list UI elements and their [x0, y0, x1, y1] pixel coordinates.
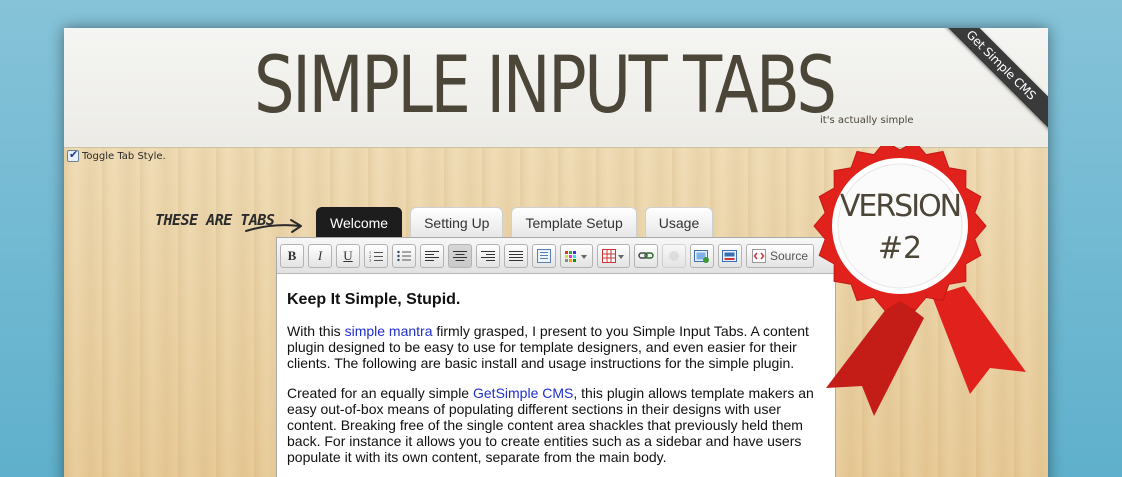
- align-center-icon: [453, 250, 467, 261]
- rich-text-editor: B I U 123 Source Keep It Simple, Stupid.…: [276, 237, 836, 477]
- align-center-button[interactable]: [448, 243, 472, 268]
- toggle-label: Toggle Tab Style.: [82, 150, 166, 162]
- editor-content-area[interactable]: Keep It Simple, Stupid. With this simple…: [277, 274, 835, 465]
- getsimple-cms-link[interactable]: GetSimple CMS: [473, 385, 573, 401]
- align-right-icon: [481, 250, 495, 261]
- p2-text-pre: Created for an equally simple: [287, 385, 473, 401]
- numbered-list-button[interactable]: 123: [364, 243, 388, 268]
- color-palette-icon: [564, 250, 587, 262]
- justify-button[interactable]: [504, 243, 528, 268]
- site-header: SIMPLE INPUT TABS it's actually simple G…: [64, 28, 1048, 148]
- bulleted-list-icon: [397, 250, 411, 261]
- italic-button[interactable]: I: [308, 243, 332, 268]
- underline-label: U: [343, 247, 353, 263]
- source-code-icon: [752, 248, 766, 263]
- flash-icon: [722, 249, 737, 262]
- badge-line-1: VERSION: [840, 189, 960, 224]
- image-icon: [694, 249, 709, 263]
- bulleted-list-button[interactable]: [392, 243, 416, 268]
- svg-text:3: 3: [369, 258, 371, 262]
- toggle-tab-style[interactable]: Toggle Tab Style.: [67, 148, 166, 162]
- p1-text-pre: With this: [287, 323, 345, 339]
- tab-welcome[interactable]: Welcome: [316, 207, 403, 237]
- underline-button[interactable]: U: [336, 243, 360, 268]
- badge-line-2: #2: [878, 231, 922, 266]
- link-button[interactable]: [634, 243, 658, 268]
- italic-label: I: [317, 247, 323, 263]
- simple-mantra-link[interactable]: simple mantra: [345, 323, 433, 339]
- link-icon: [638, 251, 654, 259]
- content-paragraph-2: Created for an equally simple GetSimple …: [287, 385, 825, 465]
- editor-toolbar: B I U 123 Source: [277, 238, 835, 274]
- show-blocks-icon: [537, 248, 551, 263]
- table-dropdown[interactable]: [597, 243, 630, 268]
- bold-label: B: [287, 247, 297, 263]
- justify-icon: [509, 250, 523, 261]
- tab-bar: Welcome Setting Up Template Setup Usage: [316, 207, 714, 237]
- version-seal-badge: VERSION #2: [813, 146, 1026, 416]
- align-right-button[interactable]: [476, 243, 500, 268]
- tab-setting-up[interactable]: Setting Up: [410, 207, 504, 237]
- content-paragraph-1: With this simple mantra firmly grasped, …: [287, 323, 825, 371]
- unlink-button[interactable]: [662, 243, 686, 268]
- source-label: Source: [770, 248, 809, 263]
- show-blocks-button[interactable]: [532, 243, 556, 268]
- toggle-checkbox[interactable]: [67, 148, 79, 162]
- content-heading: Keep It Simple, Stupid.: [287, 291, 461, 308]
- align-left-button[interactable]: [420, 243, 444, 268]
- page-canvas: SIMPLE INPUT TABS it's actually simple G…: [64, 28, 1048, 477]
- text-color-dropdown[interactable]: [560, 243, 593, 268]
- align-left-icon: [425, 250, 439, 261]
- numbered-list-icon: 123: [369, 250, 383, 262]
- arrow-right-icon: [245, 219, 302, 233]
- flash-button[interactable]: [718, 243, 742, 268]
- site-tagline: it's actually simple: [820, 115, 914, 126]
- image-button[interactable]: [690, 243, 714, 268]
- site-title: SIMPLE INPUT TABS: [254, 41, 837, 131]
- table-icon: [601, 248, 624, 263]
- corner-ribbon-link[interactable]: Get Simple CMS: [926, 28, 1048, 140]
- tab-template-setup[interactable]: Template Setup: [511, 207, 637, 237]
- bold-button[interactable]: B: [280, 243, 304, 268]
- tab-usage[interactable]: Usage: [644, 207, 714, 237]
- unlink-icon: [669, 250, 679, 261]
